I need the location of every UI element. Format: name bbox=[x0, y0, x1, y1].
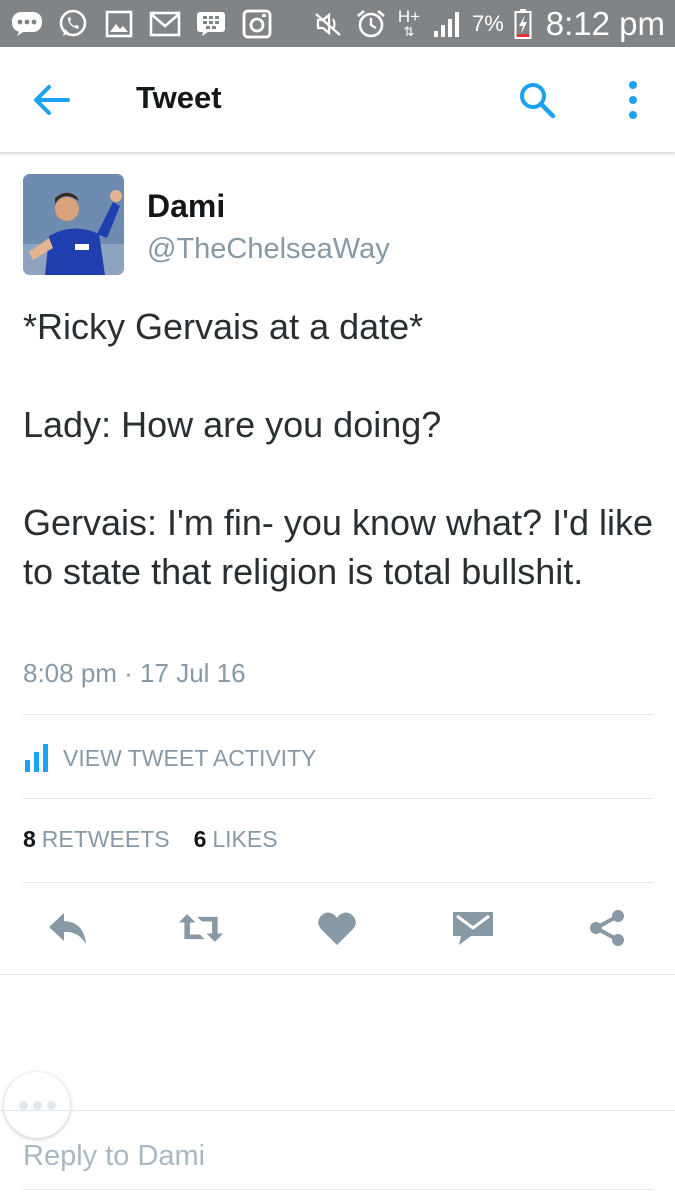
share-icon bbox=[590, 910, 624, 946]
divider bbox=[23, 798, 653, 799]
back-button[interactable] bbox=[28, 80, 76, 120]
network-type-label: H+ bbox=[397, 6, 421, 26]
reply-button[interactable] bbox=[44, 904, 92, 952]
divider bbox=[23, 1189, 653, 1190]
divider bbox=[23, 714, 653, 715]
like-icon bbox=[318, 912, 356, 945]
divider bbox=[23, 882, 653, 883]
status-bar: H+ ⇅ 7% 8:12 pm bbox=[0, 0, 675, 47]
likes-count[interactable]: 6 bbox=[194, 826, 207, 853]
dot-icon bbox=[18, 1100, 28, 1110]
blackberry-icon bbox=[194, 7, 228, 41]
retweets-label[interactable]: RETWEETS bbox=[42, 826, 170, 853]
page-title: Tweet bbox=[136, 80, 222, 115]
bbm-icon bbox=[10, 7, 44, 41]
bar-chart-icon bbox=[25, 744, 48, 772]
battery-percent: 7% bbox=[471, 10, 504, 36]
signal-icon bbox=[430, 7, 464, 41]
network-type-indicator: H+ ⇅ bbox=[397, 6, 421, 39]
reply-input[interactable]: Reply to Dami bbox=[23, 1140, 205, 1173]
tweet-stats: 8 RETWEETS 6 LIKES bbox=[23, 826, 302, 853]
divider bbox=[0, 974, 675, 975]
retweet-icon bbox=[178, 914, 224, 942]
direct-message-icon bbox=[453, 912, 493, 945]
app-bar: Tweet bbox=[0, 47, 675, 154]
mute-icon bbox=[312, 7, 346, 41]
gallery-icon bbox=[102, 7, 136, 41]
more-vertical-icon bbox=[629, 81, 637, 119]
direct-message-button[interactable] bbox=[449, 904, 497, 952]
system-icons: H+ ⇅ 7% 8:12 pm bbox=[312, 0, 665, 47]
view-tweet-activity-link[interactable]: VIEW TWEET ACTIVITY bbox=[23, 738, 316, 778]
like-button[interactable] bbox=[313, 904, 361, 952]
notification-icons bbox=[10, 0, 274, 47]
tweet-timestamp: 8:08 pm · 17 Jul 16 bbox=[23, 658, 246, 688]
dot-icon bbox=[46, 1100, 56, 1110]
reply-icon bbox=[49, 913, 86, 944]
retweet-button[interactable] bbox=[177, 904, 225, 952]
status-time: 8:12 pm bbox=[545, 4, 665, 42]
instagram-icon bbox=[240, 7, 274, 41]
battery-charging-icon bbox=[512, 7, 534, 41]
share-button[interactable] bbox=[583, 904, 631, 952]
avatar[interactable] bbox=[23, 174, 124, 275]
activity-label: VIEW TWEET ACTIVITY bbox=[63, 744, 317, 771]
more-options-button[interactable] bbox=[618, 77, 648, 127]
alarm-icon bbox=[354, 7, 388, 41]
tweet-actions bbox=[0, 900, 675, 956]
whatsapp-icon bbox=[56, 7, 90, 41]
floating-more-button[interactable] bbox=[4, 1072, 70, 1138]
search-button[interactable] bbox=[516, 79, 560, 123]
gmail-icon bbox=[148, 7, 182, 41]
search-icon bbox=[520, 83, 556, 119]
dot-icon bbox=[32, 1100, 42, 1110]
author-handle[interactable]: @TheChelseaWay bbox=[147, 233, 390, 266]
likes-label[interactable]: LIKES bbox=[212, 826, 277, 853]
author-name[interactable]: Dami bbox=[147, 188, 225, 225]
arrow-left-icon bbox=[34, 85, 70, 115]
divider bbox=[0, 1110, 675, 1111]
retweets-count[interactable]: 8 bbox=[23, 826, 36, 853]
tweet-text: *Ricky Gervais at a date* Lady: How are … bbox=[23, 306, 653, 592]
